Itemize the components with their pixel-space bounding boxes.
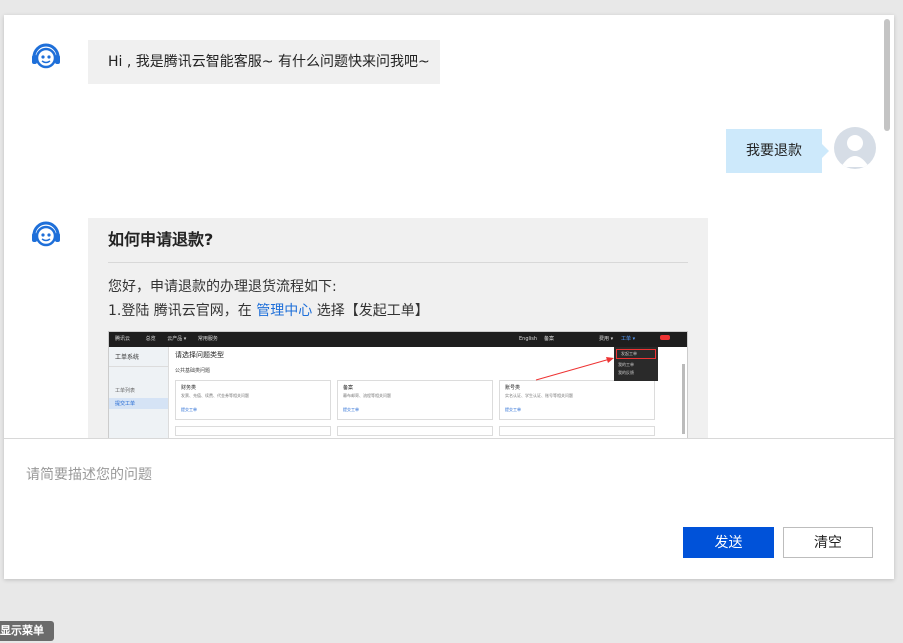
bot-greeting-bubble: Hi , 我是腾讯云智能客服~ 有什么问题快来问我吧~ bbox=[88, 40, 440, 84]
screenshot-card-desc: 实名认证、学生认证、账号等相关问题 bbox=[505, 393, 573, 398]
send-button[interactable]: 发送 bbox=[683, 527, 774, 558]
answer-line-1: 您好，申请退款的办理退货流程如下: bbox=[108, 279, 337, 295]
screenshot-cards: 财务类 发票、充值、续费、代金券等相关问题 提交工单 备案 幕布邮寄、流程等相关… bbox=[175, 380, 677, 420]
answer-divider bbox=[108, 262, 688, 263]
bot-headset-icon bbox=[32, 43, 60, 69]
screenshot-brand: 腾讯云 bbox=[115, 336, 131, 342]
screenshot-card-desc: 幕布邮寄、流程等相关问题 bbox=[343, 393, 391, 398]
screenshot-topbar: 腾讯云 总览 云产品 ▾ 常用服务 English 备案 费用 ▾ 工单 ▾ bbox=[109, 332, 687, 347]
user-message-bubble: 我要退款 bbox=[726, 129, 829, 173]
clear-button[interactable]: 清空 bbox=[783, 527, 873, 558]
answer-line-2-prefix: 1.登陆 腾讯云官网，在 bbox=[108, 303, 257, 319]
screenshot-card: 账号类 实名认证、学生认证、账号等相关问题 提交工单 bbox=[499, 380, 655, 420]
user-avatar bbox=[834, 127, 876, 169]
answer-title: 如何申请退款? bbox=[108, 230, 214, 249]
screenshot-card-link: 提交工单 bbox=[343, 407, 359, 412]
screenshot-sidebar-item: 工单列表 bbox=[115, 388, 136, 394]
screenshot-nav-item: 备案 bbox=[544, 336, 555, 342]
screenshot-sidebar-item: 提交工单 bbox=[109, 398, 168, 409]
question-input[interactable] bbox=[26, 460, 866, 490]
screenshot-card-title: 备案 bbox=[343, 385, 354, 391]
bot-answer-bubble: 如何申请退款? 您好，申请退款的办理退货流程如下: 1.登陆 腾讯云官网，在 管… bbox=[88, 218, 708, 438]
screenshot-nav-item: 常用服务 bbox=[197, 336, 218, 342]
red-arrow-icon bbox=[535, 357, 614, 381]
bot-headset-icon bbox=[32, 221, 60, 247]
screenshot-card-link: 提交工单 bbox=[181, 407, 197, 412]
screenshot-card: 备案 幕布邮寄、流程等相关问题 提交工单 bbox=[337, 380, 493, 420]
message-list[interactable]: Hi , 我是腾讯云智能客服~ 有什么问题快来问我吧~ 我要退款 如何申请退款?… bbox=[4, 15, 894, 438]
screenshot-cards-row-2 bbox=[175, 426, 677, 436]
chat-window: Hi , 我是腾讯云智能客服~ 有什么问题快来问我吧~ 我要退款 如何申请退款?… bbox=[4, 15, 894, 579]
screenshot-card-link: 提交工单 bbox=[505, 407, 521, 412]
screenshot-dropdown-item: 我的反馈 bbox=[618, 370, 634, 375]
input-separator bbox=[4, 438, 894, 439]
message-list-scrollbar[interactable] bbox=[884, 19, 890, 131]
screenshot-dropdown: 发起工单 我的工单 我的反馈 bbox=[614, 347, 658, 381]
screenshot-nav-item: 工单 ▾ bbox=[621, 336, 636, 342]
screenshot-sidebar-title: 工单系统 bbox=[109, 347, 168, 367]
answer-line-2-suffix: 选择【发起工单】 bbox=[312, 303, 429, 319]
answer-line-2: 1.登陆 腾讯云官网，在 管理中心 选择【发起工单】 bbox=[108, 299, 688, 323]
screenshot-dropdown-item: 发起工单 bbox=[616, 349, 656, 359]
screenshot-nav-item: 总览 bbox=[145, 336, 156, 342]
answer-screenshot-image: 腾讯云 总览 云产品 ▾ 常用服务 English 备案 费用 ▾ 工单 ▾ 工… bbox=[108, 331, 688, 438]
screenshot-card bbox=[175, 426, 331, 436]
screenshot-dropdown-item: 我的工单 bbox=[618, 362, 634, 367]
show-menu-button[interactable]: 显示菜单 bbox=[0, 621, 54, 641]
management-center-link[interactable]: 管理中心 bbox=[256, 303, 312, 319]
user-silhouette-icon bbox=[841, 135, 869, 167]
screenshot-card-title: 账号类 bbox=[505, 385, 521, 391]
screenshot-nav-item: 费用 ▾ bbox=[599, 336, 614, 342]
screenshot-card-desc: 发票、充值、续费、代金券等相关问题 bbox=[181, 393, 249, 398]
screenshot-card-title: 财务类 bbox=[181, 385, 197, 391]
screenshot-scrollbar bbox=[682, 364, 685, 434]
screenshot-nav-item: 云产品 ▾ bbox=[167, 336, 187, 342]
screenshot-sidebar: 工单系统 工单列表 提交工单 bbox=[109, 347, 169, 438]
screenshot-nav-item: English bbox=[519, 336, 538, 342]
screenshot-badge bbox=[660, 335, 670, 340]
screenshot-card bbox=[499, 426, 655, 436]
screenshot-card: 财务类 发票、充值、续费、代金券等相关问题 提交工单 bbox=[175, 380, 331, 420]
screenshot-card bbox=[337, 426, 493, 436]
